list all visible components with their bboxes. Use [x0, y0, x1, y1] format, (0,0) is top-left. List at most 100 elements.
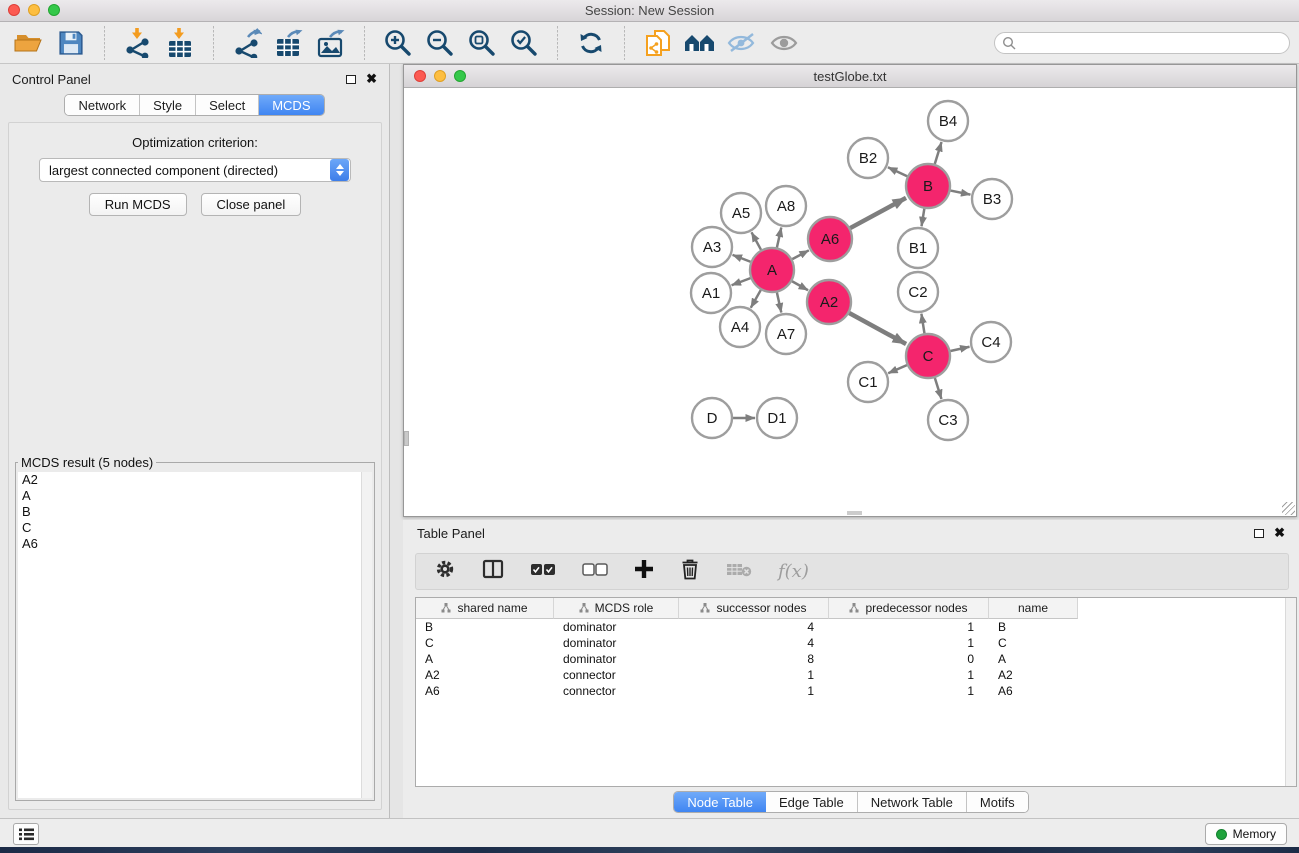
mcds-result-list[interactable]: A2ABCA6: [18, 472, 372, 798]
edge-B-B3[interactable]: [951, 191, 971, 195]
table-cell[interactable]: 1: [829, 668, 989, 682]
deselect-all-columns-button[interactable]: [582, 563, 608, 581]
node-A3[interactable]: A3: [692, 227, 732, 267]
run-mcds-button[interactable]: Run MCDS: [89, 193, 187, 216]
table-cell[interactable]: dominator: [554, 652, 679, 666]
float-table-panel-icon[interactable]: [1254, 529, 1264, 538]
node-A8[interactable]: A8: [766, 186, 806, 226]
table-cell[interactable]: 1: [829, 636, 989, 650]
table-cell[interactable]: C: [416, 636, 554, 650]
node-B3[interactable]: B3: [972, 179, 1012, 219]
table-cell[interactable]: 1: [679, 668, 829, 682]
window-controls[interactable]: [8, 4, 60, 16]
edge-A6-B[interactable]: [850, 198, 906, 228]
column-header-shared-name[interactable]: shared name: [416, 598, 554, 619]
first-neighbors-button[interactable]: [683, 26, 717, 60]
optimization-criterion-dropdown[interactable]: largest connected component (directed): [39, 158, 351, 182]
table-cell[interactable]: 0: [829, 652, 989, 666]
node-A[interactable]: A: [750, 248, 794, 292]
edge-B-B1[interactable]: [922, 209, 925, 227]
result-item[interactable]: B: [18, 504, 372, 520]
refresh-button[interactable]: [574, 26, 608, 60]
table-cell[interactable]: B: [989, 620, 1078, 634]
window-resize-grip[interactable]: [1282, 502, 1295, 515]
create-column-button[interactable]: [634, 559, 654, 584]
table-row[interactable]: Cdominator41C: [416, 635, 1296, 651]
delete-column-button[interactable]: [680, 558, 700, 585]
table-row[interactable]: A6connector11A6: [416, 683, 1296, 699]
node-C1[interactable]: C1: [848, 362, 888, 402]
table-cell[interactable]: 1: [829, 684, 989, 698]
tab-style[interactable]: Style: [140, 95, 196, 115]
table-cell[interactable]: A6: [416, 684, 554, 698]
zoom-out-button[interactable]: [423, 26, 457, 60]
table-row[interactable]: A2connector11A2: [416, 667, 1296, 683]
tab-edge-table[interactable]: Edge Table: [766, 792, 858, 812]
node-D[interactable]: D: [692, 398, 732, 438]
export-network-button[interactable]: [230, 26, 264, 60]
export-table-button[interactable]: [272, 26, 306, 60]
table-cell[interactable]: C: [989, 636, 1078, 650]
table-cell[interactable]: A2: [416, 668, 554, 682]
network-horizontal-scroll-thumb[interactable]: [847, 511, 862, 515]
edge-A-A3[interactable]: [733, 255, 751, 262]
show-column-button[interactable]: [482, 559, 504, 584]
node-B1[interactable]: B1: [898, 228, 938, 268]
search-box[interactable]: [994, 32, 1290, 54]
network-canvas[interactable]: B4B2BB3A5A8A6A3B1AA1C2A2A4A7C4CC1C3DD1: [404, 88, 1296, 516]
table-cell[interactable]: dominator: [554, 636, 679, 650]
edge-B-B4[interactable]: [935, 142, 942, 164]
node-D1[interactable]: D1: [757, 398, 797, 438]
edge-C-C3[interactable]: [935, 378, 942, 399]
column-header-name[interactable]: name: [989, 598, 1078, 619]
network-minimize-button[interactable]: [434, 70, 446, 82]
table-cell[interactable]: 1: [829, 620, 989, 634]
edge-A-A7[interactable]: [777, 292, 781, 312]
table-cell[interactable]: 1: [679, 684, 829, 698]
table-cell[interactable]: A: [989, 652, 1078, 666]
edge-B-B2[interactable]: [888, 167, 907, 176]
network-window-titlebar[interactable]: testGlobe.txt: [404, 65, 1296, 88]
table-cell[interactable]: 4: [679, 636, 829, 650]
node-A6[interactable]: A6: [808, 217, 852, 261]
import-table-button[interactable]: [163, 26, 197, 60]
tab-network[interactable]: Network: [65, 95, 140, 115]
tab-motifs[interactable]: Motifs: [967, 792, 1028, 812]
tab-select[interactable]: Select: [196, 95, 259, 115]
new-network-from-selection-button[interactable]: [641, 26, 675, 60]
import-network-button[interactable]: [121, 26, 155, 60]
table-cell[interactable]: A: [416, 652, 554, 666]
memory-button[interactable]: Memory: [1205, 823, 1287, 845]
zoom-selected-button[interactable]: [507, 26, 541, 60]
hide-selected-button[interactable]: [725, 26, 759, 60]
table-row[interactable]: Adominator80A: [416, 651, 1296, 667]
edge-A-A2[interactable]: [792, 281, 808, 290]
node-A7[interactable]: A7: [766, 314, 806, 354]
edge-C-C1[interactable]: [888, 365, 907, 373]
result-scrollbar[interactable]: [361, 472, 372, 798]
network-close-button[interactable]: [414, 70, 426, 82]
tab-network-table[interactable]: Network Table: [858, 792, 967, 812]
close-window-button[interactable]: [8, 4, 20, 16]
table-cell[interactable]: dominator: [554, 620, 679, 634]
close-panel-icon[interactable]: ✖: [366, 74, 377, 84]
float-panel-icon[interactable]: [346, 75, 356, 84]
network-maximize-button[interactable]: [454, 70, 466, 82]
node-A1[interactable]: A1: [691, 273, 731, 313]
edge-A-A5[interactable]: [752, 232, 762, 249]
column-header-predecessor-nodes[interactable]: predecessor nodes: [829, 598, 989, 619]
edge-C-C2[interactable]: [921, 314, 924, 334]
result-item[interactable]: A: [18, 488, 372, 504]
table-cell[interactable]: 4: [679, 620, 829, 634]
export-image-button[interactable]: [314, 26, 348, 60]
edge-A-A6[interactable]: [792, 250, 809, 259]
edge-A-A8[interactable]: [777, 227, 781, 247]
task-history-button[interactable]: [13, 823, 39, 845]
node-C4[interactable]: C4: [971, 322, 1011, 362]
function-builder-button[interactable]: f(x): [778, 561, 809, 582]
table-cell[interactable]: connector: [554, 684, 679, 698]
maximize-window-button[interactable]: [48, 4, 60, 16]
node-B4[interactable]: B4: [928, 101, 968, 141]
node-C3[interactable]: C3: [928, 400, 968, 440]
tab-mcds[interactable]: MCDS: [259, 95, 323, 115]
